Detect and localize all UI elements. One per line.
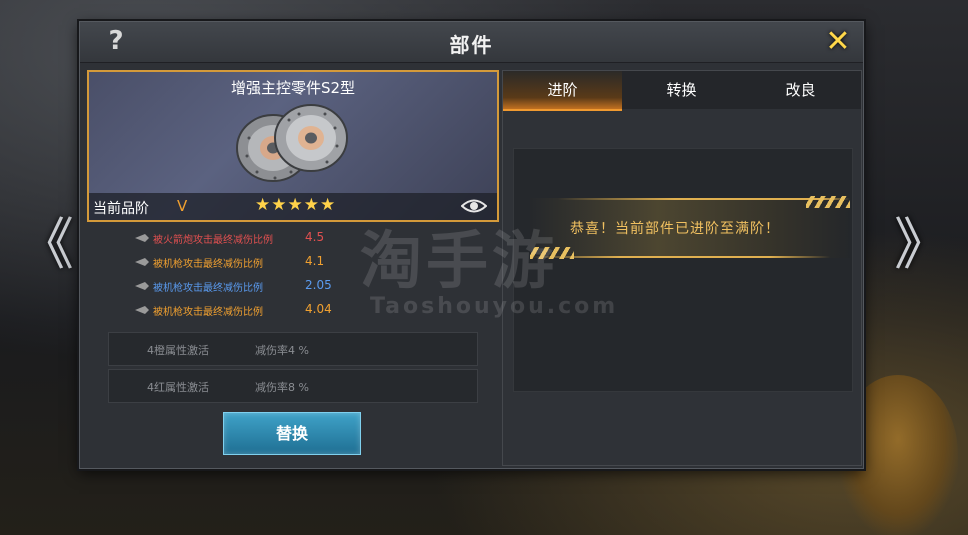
- bullet-icon: [135, 282, 149, 290]
- tab-advance[interactable]: 进阶: [503, 71, 622, 111]
- stat-row: 被机枪攻击最终减伤比例 4.1: [87, 251, 495, 275]
- stat-value: 4.1: [305, 254, 325, 268]
- quality-bar: 当前品阶 V ★★★★★: [89, 193, 497, 220]
- parts-dialog: ? 部件 ✕ 增强主控零件S2型 当前品阶 V ★★★★★ 被火箭炮攻击最终减伤…: [79, 21, 864, 469]
- max-level-notice: 恭喜！当前部件已进阶至满阶！: [570, 221, 780, 237]
- part-card: 增强主控零件S2型 当前品阶 V ★★★★★: [87, 70, 499, 222]
- stat-row: 被机枪攻击最终减伤比例 2.05: [87, 275, 495, 299]
- stat-value: 2.05: [305, 278, 332, 292]
- set-effect: 减伤率4 %: [255, 344, 309, 357]
- stat-label: 被机枪攻击最终减伤比例: [153, 283, 263, 294]
- brake-disc-icon: [236, 104, 348, 182]
- tab-improve[interactable]: 改良: [741, 71, 860, 109]
- quality-label: 当前品阶: [93, 201, 149, 217]
- star-rating: ★★★★★: [255, 195, 337, 215]
- stat-value: 4.5: [305, 230, 325, 244]
- next-arrow-icon[interactable]: 》: [894, 218, 950, 274]
- dialog-titlebar: ? 部件 ✕: [80, 22, 863, 63]
- replace-button[interactable]: 替换: [223, 412, 361, 455]
- tab-convert[interactable]: 转换: [622, 71, 741, 109]
- bullet-icon: [135, 234, 149, 242]
- stat-row: 被机枪攻击最终减伤比例 4.04: [87, 299, 495, 323]
- part-name: 增强主控零件S2型: [230, 79, 356, 97]
- prev-arrow-icon[interactable]: 《: [18, 218, 74, 274]
- stat-label: 被机枪攻击最终减伤比例: [153, 259, 263, 270]
- stat-value: 4.04: [305, 302, 332, 316]
- stat-label: 被机枪攻击最终减伤比例: [153, 307, 263, 318]
- set-bonus-red: 4红属性激活 减伤率8 %: [108, 369, 478, 403]
- close-icon[interactable]: ✕: [821, 24, 855, 59]
- stat-list: 被火箭炮攻击最终减伤比例 4.5 被机枪攻击最终减伤比例 4.1 被机枪攻击最终…: [87, 227, 495, 323]
- tab-content: [513, 148, 853, 392]
- set-bonus-orange: 4橙属性激活 减伤率4 %: [108, 332, 478, 366]
- set-name: 4橙属性激活: [147, 344, 209, 357]
- max-level-banner: 恭喜！当前部件已进阶至满阶！: [530, 196, 850, 259]
- upgrade-panel: 进阶 转换 改良: [502, 70, 862, 466]
- quality-value: V: [177, 197, 188, 215]
- stat-label: 被火箭炮攻击最终减伤比例: [153, 235, 273, 246]
- eye-icon[interactable]: [461, 197, 487, 215]
- bullet-icon: [135, 306, 149, 314]
- set-effect: 减伤率8 %: [255, 381, 309, 394]
- bullet-icon: [135, 258, 149, 266]
- stat-row: 被火箭炮攻击最终减伤比例 4.5: [87, 227, 495, 251]
- dialog-title: 部件: [449, 33, 494, 57]
- set-name: 4红属性激活: [147, 381, 209, 394]
- tab-bar: 进阶 转换 改良: [503, 71, 861, 111]
